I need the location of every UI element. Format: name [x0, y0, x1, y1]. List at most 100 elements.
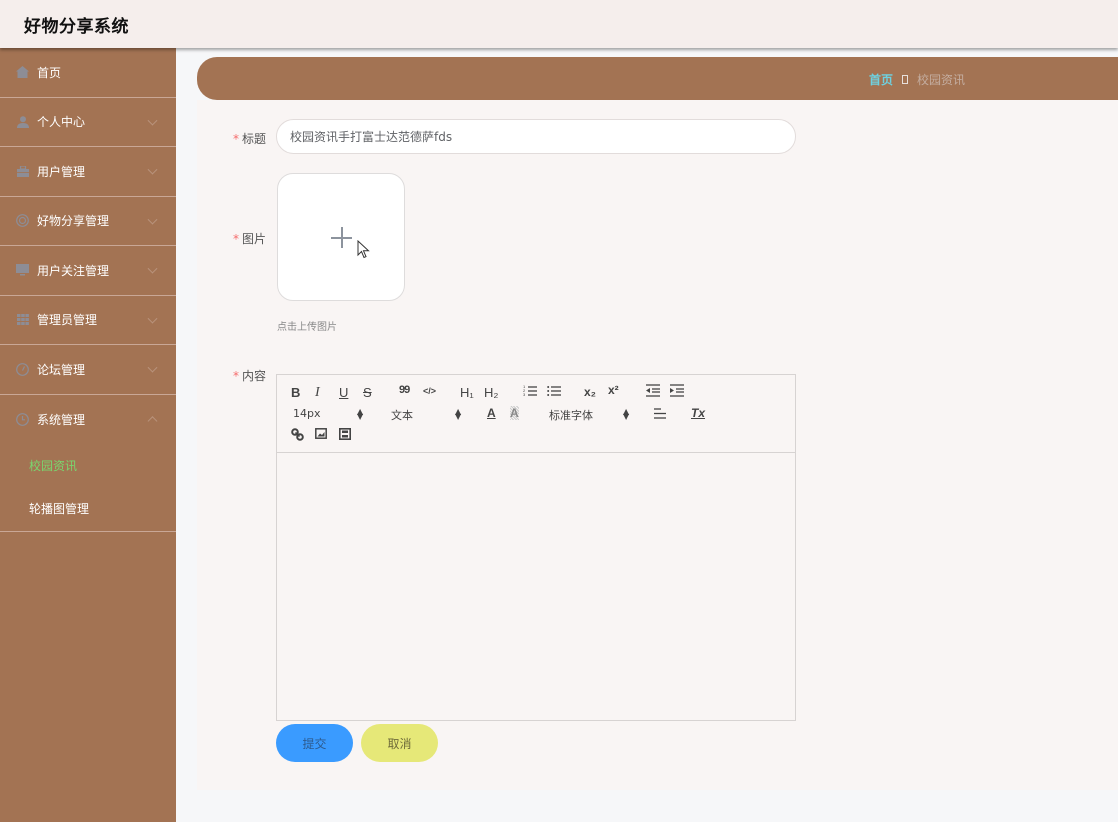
upload-hint: 点击上传图片: [277, 322, 337, 333]
bold-button[interactable]: B: [291, 385, 300, 400]
sidebar-item-label: 用户关注管理: [37, 263, 110, 278]
font-color-button[interactable]: A: [487, 406, 496, 420]
user-icon: [16, 115, 29, 128]
title-label-text: 标题: [242, 132, 267, 146]
required-mark: *: [233, 369, 239, 383]
image-label: * 图片: [233, 230, 266, 247]
outdent-button[interactable]: [646, 384, 660, 400]
image-icon: [315, 428, 327, 439]
breadcrumb-bar: 首页 校园资讯: [197, 57, 1118, 100]
sidebar-item-admin-management[interactable]: 管理员管理: [0, 296, 176, 345]
image-button[interactable]: [315, 428, 327, 442]
font-size-value: 14px: [293, 407, 321, 420]
video-button[interactable]: [339, 428, 351, 443]
home-icon: [16, 66, 29, 79]
sidebar-group-system-management: 系统管理 校园资讯 轮播图管理: [0, 395, 176, 532]
plus-icon-vertical: [341, 227, 343, 248]
app-title: 好物分享系统: [24, 17, 129, 37]
sidebar-item-forum-management[interactable]: 论坛管理: [0, 345, 176, 395]
bullet-list-button[interactable]: [547, 384, 561, 401]
chevron-down-icon: [147, 263, 158, 274]
title-input[interactable]: [276, 119, 796, 154]
sidebar-subitem-campus-news[interactable]: 校园资讯: [0, 444, 176, 487]
sidebar-subitem-carousel-management[interactable]: 轮播图管理: [0, 487, 176, 530]
clean-format-button[interactable]: Tx: [691, 406, 705, 420]
sidebar-item-label: 个人中心: [37, 115, 86, 130]
ordered-list-icon: 123: [523, 384, 537, 397]
sidebar-item-label: 论坛管理: [37, 362, 86, 377]
sidebar-item-user-follow-management[interactable]: 用户关注管理: [0, 246, 176, 296]
sidebar: 首页 个人中心 用户管理 好物分享管理 用户关注管理 管理员管理 论坛管理 系统…: [0, 48, 176, 822]
video-icon: [339, 428, 351, 440]
code-block-button[interactable]: </>: [423, 386, 436, 396]
chevron-down-icon: [147, 214, 158, 225]
indent-icon: [670, 384, 684, 397]
sidebar-item-user-management[interactable]: 用户管理: [0, 147, 176, 197]
sidebar-item-label: 首页: [37, 65, 62, 80]
content-label: * 内容: [233, 367, 266, 384]
bullet-list-icon: [547, 386, 561, 396]
required-mark: *: [233, 132, 239, 146]
italic-button[interactable]: I: [315, 385, 320, 401]
paragraph-format-select[interactable]: 文本 ▲ ▼: [391, 407, 467, 423]
gauge-icon: [16, 362, 29, 376]
header-2-button[interactable]: H₂: [484, 385, 498, 400]
superscript-button[interactable]: x²: [608, 383, 619, 397]
font-family-select[interactable]: 标准字体 ▲ ▼: [549, 407, 635, 423]
background-color-button[interactable]: A: [510, 406, 519, 420]
sidebar-item-label: 系统管理: [37, 412, 86, 427]
ordered-list-button[interactable]: 123: [523, 384, 537, 401]
sidebar-item-label: 管理员管理: [37, 313, 98, 328]
align-left-icon: [654, 408, 666, 419]
link-button[interactable]: [291, 428, 304, 444]
clock-icon: [16, 412, 29, 426]
monitor-icon: [16, 264, 29, 277]
rich-text-editor: B I U S 99 </> H₁ H₂ 123 x₂ x² 14px ▲ ▼ 文…: [276, 374, 796, 721]
required-mark: *: [233, 232, 239, 246]
image-label-text: 图片: [242, 232, 267, 246]
sidebar-item-personal-center[interactable]: 个人中心: [0, 98, 176, 147]
image-uploader[interactable]: [277, 173, 405, 301]
breadcrumb-separator-icon: [901, 75, 908, 84]
subscript-button[interactable]: x₂: [584, 385, 596, 399]
chevron-down-icon: [147, 164, 158, 175]
strike-button[interactable]: S: [363, 385, 372, 400]
breadcrumb: 首页 校园资讯: [869, 71, 965, 88]
breadcrumb-current: 校园资讯: [916, 73, 965, 87]
editor-content-area[interactable]: [277, 453, 795, 721]
chevron-down-icon: [147, 362, 158, 373]
sidebar-item-label: 好物分享管理: [37, 214, 110, 229]
sidebar-item-system-management[interactable]: 系统管理: [0, 395, 176, 445]
grid-icon: [16, 313, 29, 326]
chevron-up-icon: [147, 416, 158, 427]
blockquote-button[interactable]: 99: [399, 384, 410, 396]
submit-button[interactable]: 提交: [276, 724, 353, 762]
align-button[interactable]: [654, 408, 666, 422]
content-label-text: 内容: [242, 369, 267, 383]
select-arrows-icon: ▲ ▼: [357, 407, 364, 421]
title-label: * 标题: [233, 130, 266, 147]
top-header: 好物分享系统: [0, 0, 1118, 48]
svg-text:3: 3: [523, 392, 526, 397]
sidebar-item-label: 用户管理: [37, 164, 86, 179]
cancel-button[interactable]: 取消: [361, 724, 438, 762]
font-family-value: 标准字体: [549, 409, 593, 422]
indent-button[interactable]: [670, 384, 684, 400]
sidebar-item-home[interactable]: 首页: [0, 48, 176, 98]
editor-toolbar: B I U S 99 </> H₁ H₂ 123 x₂ x² 14px ▲ ▼ 文…: [277, 375, 795, 453]
chevron-down-icon: [147, 115, 158, 126]
lifebuoy-icon: [16, 214, 29, 228]
breadcrumb-home-link[interactable]: 首页: [869, 71, 893, 88]
briefcase-icon: [16, 165, 29, 178]
paragraph-format-value: 文本: [391, 409, 413, 422]
underline-button[interactable]: U: [339, 385, 348, 400]
select-arrows-icon: ▲ ▼: [623, 407, 630, 421]
link-icon: [291, 428, 304, 441]
font-size-select[interactable]: 14px ▲ ▼: [293, 407, 371, 421]
select-arrows-icon: ▲ ▼: [455, 407, 462, 421]
sidebar-item-goods-share-management[interactable]: 好物分享管理: [0, 197, 176, 246]
outdent-icon: [646, 384, 660, 397]
mouse-cursor-icon: [357, 240, 370, 259]
chevron-down-icon: [147, 313, 158, 324]
header-1-button[interactable]: H₁: [460, 385, 474, 400]
